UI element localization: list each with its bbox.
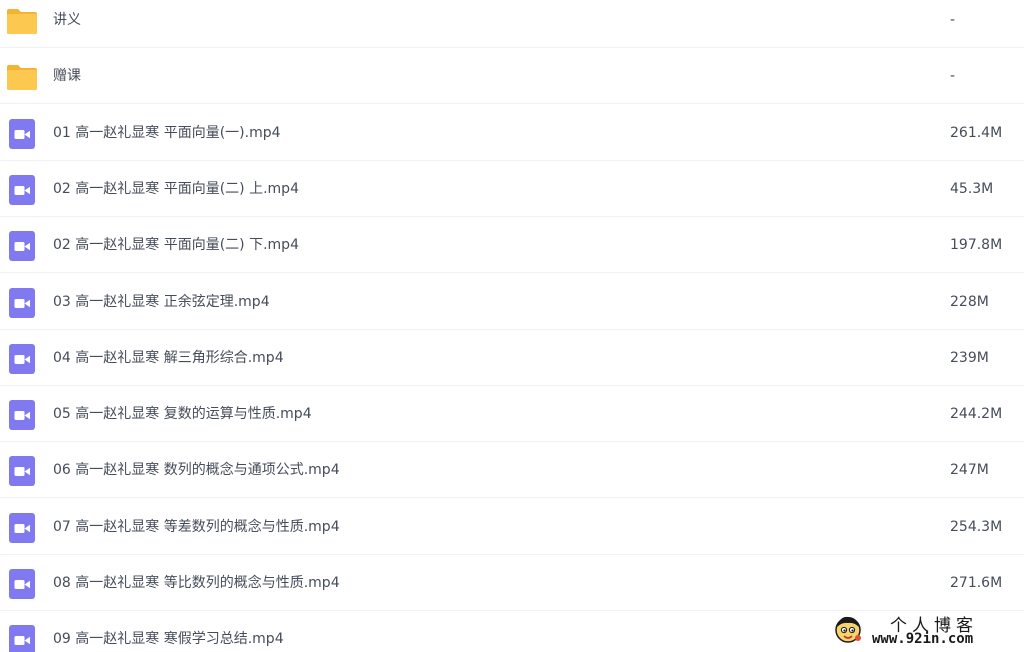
file-row[interactable]: 05 高一赵礼显寒 复数的运算与性质.mp4 244.2M bbox=[0, 386, 1024, 443]
file-row[interactable]: 02 高一赵礼显寒 平面向量(二) 上.mp4 45.3M bbox=[0, 161, 1024, 217]
file-size: 254.3M bbox=[950, 518, 1003, 535]
file-size: 271.6M bbox=[950, 575, 1003, 591]
video-file-icon[interactable] bbox=[6, 399, 38, 431]
file-row[interactable]: 03 高一赵礼显寒 正余弦定理.mp4 228M bbox=[0, 274, 1024, 330]
file-size: 228M bbox=[950, 293, 989, 310]
file-row[interactable]: 07 高一赵礼显寒 等差数列的概念与性质.mp4 254.3M bbox=[0, 499, 1024, 555]
file-name[interactable]: 02 高一赵礼显寒 平面向量(二) 上.mp4 bbox=[53, 161, 299, 217]
file-name[interactable]: 06 高一赵礼显寒 数列的概念与通项公式.mp4 bbox=[53, 442, 340, 498]
video-file-icon[interactable] bbox=[6, 512, 38, 544]
watermark-url: www.92in.com bbox=[872, 631, 974, 647]
video-file-icon[interactable] bbox=[6, 624, 38, 652]
video-file-icon[interactable] bbox=[6, 174, 38, 206]
file-row[interactable]: 06 高一赵礼显寒 数列的概念与通项公式.mp4 247M bbox=[0, 442, 1024, 499]
watermark: 个人博客 www.92in.com bbox=[832, 611, 1012, 649]
file-row[interactable]: 02 高一赵礼显寒 平面向量(二) 下.mp4 197.8M bbox=[0, 217, 1024, 274]
file-name[interactable]: 04 高一赵礼显寒 解三角形综合.mp4 bbox=[53, 330, 284, 386]
file-size: - bbox=[950, 12, 956, 28]
file-list: 讲义 - 赠课 - 01 高一赵礼显寒 平面向量(一).mp4 261.4M 02 高一赵礼… bbox=[0, 0, 1024, 652]
video-file-icon[interactable] bbox=[6, 118, 38, 150]
folder-icon[interactable] bbox=[6, 61, 38, 93]
file-name[interactable]: 05 高一赵礼显寒 复数的运算与性质.mp4 bbox=[53, 386, 312, 442]
file-row[interactable]: 04 高一赵礼显寒 解三角形综合.mp4 239M bbox=[0, 330, 1024, 386]
file-size: - bbox=[950, 68, 956, 85]
file-size: 244.2M bbox=[950, 406, 1003, 423]
file-size: 247M bbox=[950, 462, 989, 479]
file-name[interactable]: 09 高一赵礼显寒 寒假学习总结.mp4 bbox=[53, 611, 284, 652]
file-row[interactable]: 赠课 - bbox=[0, 48, 1024, 105]
file-name[interactable]: 03 高一赵礼显寒 正余弦定理.mp4 bbox=[53, 274, 270, 330]
file-row[interactable]: 08 高一赵礼显寒 等比数列的概念与性质.mp4 271.6M bbox=[0, 555, 1024, 611]
video-file-icon[interactable] bbox=[6, 287, 38, 319]
file-row[interactable]: 01 高一赵礼显寒 平面向量(一).mp4 261.4M bbox=[0, 105, 1024, 161]
video-file-icon[interactable] bbox=[6, 455, 38, 487]
file-name[interactable]: 讲义 bbox=[53, 0, 81, 48]
file-size: 197.8M bbox=[950, 237, 1003, 254]
file-size: 45.3M bbox=[950, 180, 994, 197]
folder-icon[interactable] bbox=[6, 5, 38, 37]
file-name[interactable]: 02 高一赵礼显寒 平面向量(二) 下.mp4 bbox=[53, 217, 299, 273]
cartoon-face-icon bbox=[832, 613, 864, 645]
file-size: 261.4M bbox=[950, 124, 1003, 141]
file-name[interactable]: 01 高一赵礼显寒 平面向量(一).mp4 bbox=[53, 105, 281, 161]
file-name[interactable]: 08 高一赵礼显寒 等比数列的概念与性质.mp4 bbox=[53, 555, 340, 611]
file-name[interactable]: 赠课 bbox=[53, 48, 81, 104]
video-file-icon[interactable] bbox=[6, 568, 38, 600]
file-name[interactable]: 07 高一赵礼显寒 等差数列的概念与性质.mp4 bbox=[53, 499, 340, 555]
file-row[interactable]: 讲义 - bbox=[0, 0, 1024, 48]
file-size: 239M bbox=[950, 349, 989, 366]
video-file-icon[interactable] bbox=[6, 343, 38, 375]
video-file-icon[interactable] bbox=[6, 230, 38, 262]
